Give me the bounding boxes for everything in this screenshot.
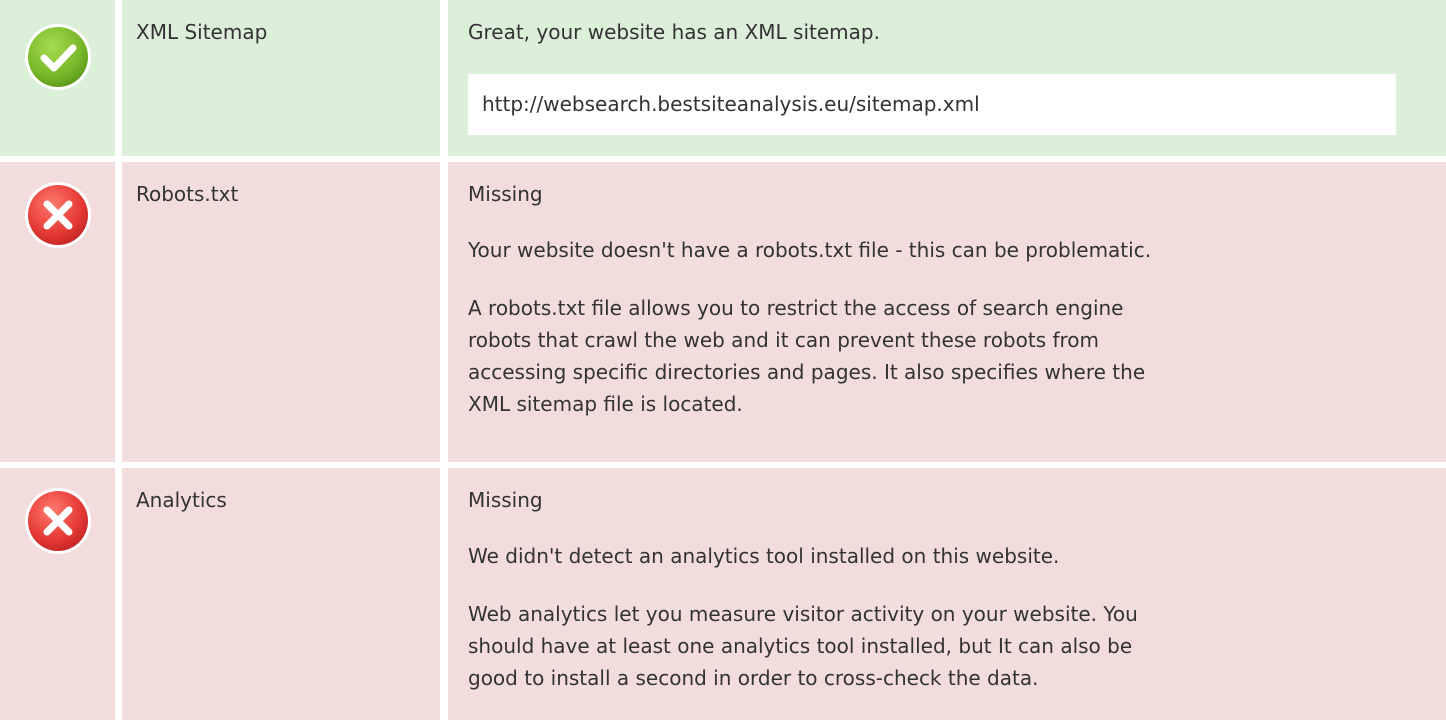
check-row-robots-txt: Robots.txt Missing Your website doesn't … [0,162,1446,462]
status-cell [0,162,115,462]
check-detail: We didn't detect an analytics tool insta… [468,544,1060,568]
check-detail: Your website doesn't have a robots.txt f… [468,238,1152,262]
description-line: should have at least one analytics tool … [468,634,1133,658]
check-headline: Missing [468,182,543,206]
seo-report: XML Sitemap Great, your website has an X… [0,0,1446,720]
description-line: Web analytics let you measure visitor ac… [468,602,1138,626]
check-body-cell: Missing We didn't detect an analytics to… [448,468,1446,720]
check-body-cell: Great, your website has an XML sitemap. … [448,0,1446,156]
check-name: Robots.txt [136,182,239,206]
check-description: Web analytics let you measure visitor ac… [468,598,1416,694]
status-cell [0,0,115,156]
description-line: robots that crawl the web and it can pre… [468,328,1100,352]
check-row-xml-sitemap: XML Sitemap Great, your website has an X… [0,0,1446,156]
check-description: A robots.txt file allows you to restrict… [468,292,1416,420]
check-name: Analytics [136,488,227,512]
description-line: good to install a second in order to cro… [468,666,1039,690]
sitemap-url[interactable]: http://websearch.bestsiteanalysis.eu/sit… [468,74,1396,135]
check-row-analytics: Analytics Missing We didn't detect an an… [0,468,1446,720]
description-line: XML sitemap file is located. [468,392,743,416]
check-circle-icon [23,22,93,92]
check-name-cell: Robots.txt [122,162,440,462]
check-headline: Missing [468,488,543,512]
description-line: accessing specific directories and pages… [468,360,1146,384]
check-name: XML Sitemap [136,20,268,44]
status-cell [0,468,115,720]
check-name-cell: XML Sitemap [122,0,440,156]
check-body-cell: Missing Your website doesn't have a robo… [448,162,1446,462]
check-headline: Great, your website has an XML sitemap. [468,20,880,44]
error-circle-icon [23,180,93,250]
description-line: A robots.txt file allows you to restrict… [468,296,1124,320]
error-circle-icon [23,486,93,556]
check-name-cell: Analytics [122,468,440,720]
